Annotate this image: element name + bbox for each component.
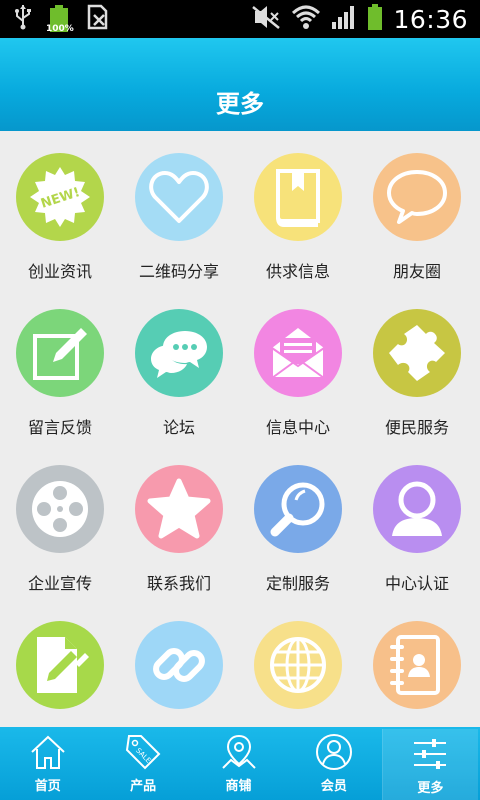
grid-item-label: 二维码分享 — [138, 262, 219, 281]
nav-tab[interactable]: 会员 — [286, 727, 381, 800]
map-pin-icon — [219, 732, 259, 772]
title-bar: 更多 — [0, 38, 480, 131]
mute-icon — [251, 4, 281, 34]
member-icon — [314, 732, 354, 772]
grid-item-label: 信息中心 — [265, 418, 330, 437]
book-icon — [270, 165, 326, 229]
home-icon — [28, 732, 68, 772]
nav-tab[interactable]: 更多 — [381, 729, 479, 800]
grid-item[interactable]: 中心认证 — [357, 443, 477, 599]
grid-item[interactable]: 供求信息 — [238, 131, 358, 287]
signal-icon — [331, 4, 357, 34]
grid-item-icon-circle — [16, 465, 104, 553]
sale-tag-icon: SALE — [123, 732, 163, 772]
chat-bubbles-icon — [147, 325, 211, 381]
magnifier-icon — [267, 478, 329, 540]
document-edit-icon — [31, 633, 89, 697]
grid-item-icon-circle — [135, 621, 223, 709]
grid-item-icon-circle — [135, 465, 223, 553]
grid-item[interactable]: 便民服务 — [357, 287, 477, 443]
grid-item-label: 朋友圈 — [392, 262, 441, 281]
sim-icon — [86, 4, 110, 34]
grid-item-label: 留言反馈 — [27, 418, 92, 437]
grid-item-label: 企业宣传 — [27, 574, 92, 593]
nav-tab[interactable]: SALE 产品 — [95, 727, 190, 800]
grid-item[interactable]: NEW! 创业资讯 — [0, 131, 120, 287]
nav-tab-label: 产品 — [130, 779, 157, 794]
nav-tab-label: 会员 — [320, 779, 347, 794]
usb-icon — [14, 4, 32, 34]
film-reel-icon — [28, 477, 92, 541]
grid-item[interactable]: 留言反馈 — [0, 287, 120, 443]
grid-item[interactable]: 朋友圈 — [357, 131, 477, 287]
grid-item-icon-circle — [254, 309, 342, 397]
grid-item[interactable]: 联系我们 — [119, 443, 239, 599]
heart-icon — [149, 169, 209, 225]
edit-icon — [29, 322, 91, 384]
grid-item-icon-circle — [16, 309, 104, 397]
feature-grid: NEW! 创业资讯 二维码分享 供求信息 朋友圈留言反馈 论坛 信息中心 便民服务企业宣传 联系… — [0, 131, 480, 727]
page-title: 更多 — [216, 90, 264, 118]
contacts-book-icon — [388, 633, 446, 697]
bottom-nav: 首页 SALE 产品 商铺 会员 更多 — [0, 727, 480, 800]
grid-item[interactable]: 定制服务 — [238, 443, 358, 599]
grid-item[interactable] — [357, 599, 477, 727]
status-bar: 100% 16:36 — [0, 0, 480, 38]
grid-item-icon-circle — [135, 153, 223, 241]
grid-item-icon-circle: NEW! — [16, 153, 104, 241]
grid-item[interactable]: 企业宣传 — [0, 443, 120, 599]
grid-item[interactable]: 二维码分享 — [119, 131, 239, 287]
grid-item-label: 联系我们 — [146, 574, 211, 593]
nav-tab-label: 商铺 — [225, 779, 252, 794]
nav-tab-label: 更多 — [417, 781, 444, 796]
battery-full-icon: 100% — [46, 3, 74, 35]
grid-item-icon-circle — [373, 309, 461, 397]
grid-item-icon-circle — [254, 153, 342, 241]
envelope-icon — [266, 324, 330, 382]
puzzle-icon — [386, 322, 448, 384]
grid-item-icon-circle — [135, 309, 223, 397]
nav-tab-label: 首页 — [34, 779, 61, 794]
sliders-icon — [410, 734, 450, 774]
nav-tab[interactable]: 首页 — [0, 727, 95, 800]
globe-icon — [267, 634, 329, 696]
link-icon — [148, 634, 210, 696]
wifi-icon — [291, 4, 321, 34]
grid-item[interactable] — [119, 599, 239, 727]
grid-item[interactable]: 信息中心 — [238, 287, 358, 443]
speech-bubble-icon — [385, 168, 449, 226]
grid-item[interactable]: 论坛 — [119, 287, 239, 443]
grid-item-label: 便民服务 — [384, 418, 449, 437]
grid-item-icon-circle — [254, 465, 342, 553]
grid-item[interactable] — [238, 599, 358, 727]
grid-item-label: 定制服务 — [265, 574, 330, 593]
battery-icon — [367, 3, 383, 35]
battery-percent: 100% — [46, 24, 74, 34]
grid-item-icon-circle — [16, 621, 104, 709]
user-icon — [386, 478, 448, 540]
grid-item-label: 创业资讯 — [27, 262, 92, 281]
star-icon — [146, 478, 212, 540]
nav-tab[interactable]: 商铺 — [191, 727, 286, 800]
grid-item-icon-circle — [373, 153, 461, 241]
grid-item-label: 中心认证 — [384, 574, 449, 593]
new-badge-icon: NEW! — [28, 165, 92, 229]
status-time: 16:36 — [393, 4, 468, 34]
grid-item-label: 供求信息 — [265, 262, 330, 281]
grid-item-icon-circle — [254, 621, 342, 709]
grid-item-icon-circle — [373, 465, 461, 553]
grid-item[interactable] — [0, 599, 120, 727]
grid-item-icon-circle — [373, 621, 461, 709]
grid-item-label: 论坛 — [162, 418, 195, 437]
